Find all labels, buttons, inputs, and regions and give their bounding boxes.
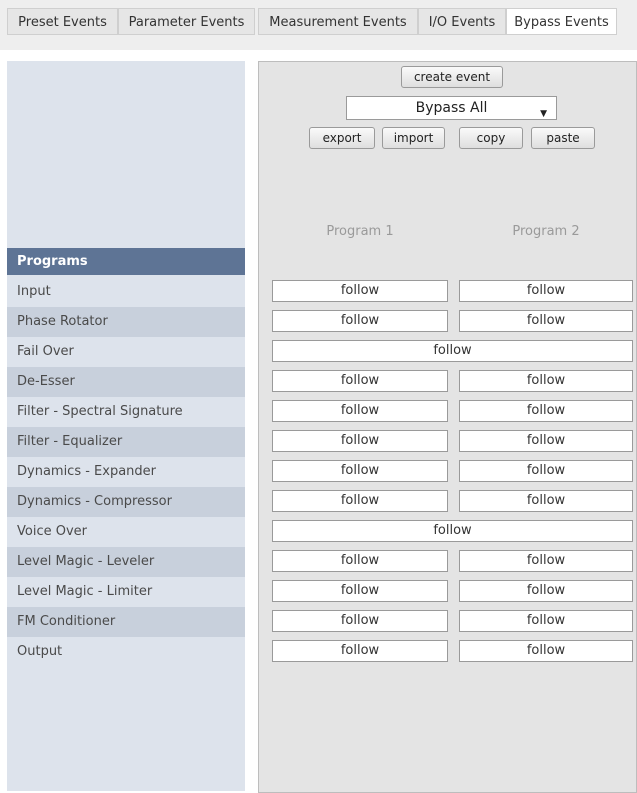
- row-label-level-magic-leveler: Level Magic - Leveler: [7, 547, 245, 577]
- tab-parameter-events[interactable]: Parameter Events: [118, 8, 255, 35]
- row-label-input: Input: [17, 284, 51, 299]
- phase-rotator-program-1-select[interactable]: follow: [272, 310, 448, 332]
- filter-equalizer-program-1-select[interactable]: follow: [272, 430, 448, 452]
- output-program-2-select[interactable]: follow: [459, 640, 633, 662]
- tab-io-events[interactable]: I/O Events: [418, 8, 506, 35]
- tab-bypass-events[interactable]: Bypass Events: [506, 8, 617, 35]
- event-select[interactable]: Bypass All ▼: [346, 96, 557, 120]
- dynamics-compressor-program-2-select[interactable]: follow: [459, 490, 633, 512]
- level-magic-limiter-program-1-select[interactable]: follow: [272, 580, 448, 602]
- input-program-1-select[interactable]: follow: [272, 280, 448, 302]
- event-editor-panel: [258, 61, 637, 793]
- tab-preset-events[interactable]: Preset Events: [7, 8, 118, 35]
- fm-conditioner-program-2-select[interactable]: follow: [459, 610, 633, 632]
- row-label-fm-conditioner: FM Conditioner: [7, 607, 245, 637]
- chevron-down-icon[interactable]: ▼: [540, 103, 547, 125]
- level-magic-leveler-program-2-select[interactable]: follow: [459, 550, 633, 572]
- tab-measurement-events[interactable]: Measurement Events: [258, 8, 418, 35]
- row-label-de-esser: De-Esser: [7, 367, 245, 397]
- row-label-voice-over: Voice Over: [17, 524, 87, 539]
- paste-button[interactable]: paste: [531, 127, 595, 149]
- phase-rotator-program-2-select[interactable]: follow: [459, 310, 633, 332]
- input-program-2-select[interactable]: follow: [459, 280, 633, 302]
- create-event-button[interactable]: create event: [401, 66, 503, 88]
- dynamics-expander-program-1-select[interactable]: follow: [272, 460, 448, 482]
- filter-spectral-signature-program-2-select[interactable]: follow: [459, 400, 633, 422]
- output-program-1-select[interactable]: follow: [272, 640, 448, 662]
- row-label-phase-rotator: Phase Rotator: [7, 307, 245, 337]
- filter-spectral-signature-program-1-select[interactable]: follow: [272, 400, 448, 422]
- column-header-program-2: Program 2: [512, 224, 580, 239]
- column-header-program-1: Program 1: [326, 224, 394, 239]
- export-button[interactable]: export: [309, 127, 375, 149]
- row-label-output: Output: [17, 644, 63, 659]
- copy-button[interactable]: copy: [459, 127, 523, 149]
- fm-conditioner-program-1-select[interactable]: follow: [272, 610, 448, 632]
- row-label-fail-over: Fail Over: [17, 344, 74, 359]
- level-magic-limiter-program-2-select[interactable]: follow: [459, 580, 633, 602]
- row-label-level-magic-limiter: Level Magic - Limiter: [17, 584, 153, 599]
- event-select-value: Bypass All: [415, 100, 488, 116]
- row-label-filter-spectral-signature: Filter - Spectral Signature: [17, 404, 183, 419]
- row-label-dynamics-expander: Dynamics - Expander: [17, 464, 157, 479]
- tab-bar: Preset Events Parameter Events Measureme…: [0, 0, 637, 50]
- row-label-filter-equalizer: Filter - Equalizer: [7, 427, 245, 457]
- dynamics-compressor-program-1-select[interactable]: follow: [272, 490, 448, 512]
- de-esser-program-2-select[interactable]: follow: [459, 370, 633, 392]
- filter-equalizer-program-2-select[interactable]: follow: [459, 430, 633, 452]
- fail-over-select[interactable]: follow: [272, 340, 633, 362]
- level-magic-leveler-program-1-select[interactable]: follow: [272, 550, 448, 572]
- de-esser-program-1-select[interactable]: follow: [272, 370, 448, 392]
- dynamics-expander-program-2-select[interactable]: follow: [459, 460, 633, 482]
- programs-header: Programs: [7, 248, 245, 275]
- voice-over-select[interactable]: follow: [272, 520, 633, 542]
- import-button[interactable]: import: [382, 127, 445, 149]
- row-label-dynamics-compressor: Dynamics - Compressor: [7, 487, 245, 517]
